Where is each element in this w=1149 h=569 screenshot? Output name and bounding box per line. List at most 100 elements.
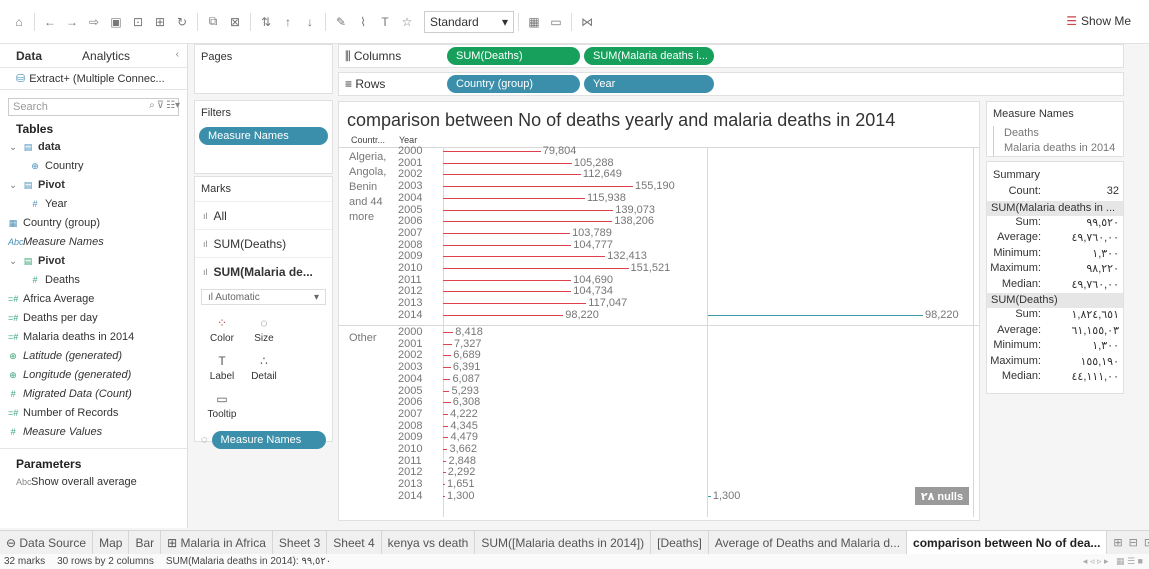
marks-row-sum-deaths[interactable]: ıl SUM(Deaths): [195, 229, 332, 257]
deaths-bar[interactable]: [443, 413, 449, 415]
deaths-bar[interactable]: [443, 268, 629, 269]
deaths-bar[interactable]: [443, 332, 454, 333]
highlight-icon[interactable]: ✎: [330, 11, 352, 33]
deaths-bar[interactable]: [443, 449, 448, 450]
sheet-tab[interactable]: SUM([Malaria deaths in 2014]): [475, 530, 652, 555]
deaths-bar[interactable]: [443, 162, 572, 164]
rows-shelf[interactable]: ≡ Rows Country (group) Year: [338, 72, 1124, 96]
deaths-bar[interactable]: [443, 495, 445, 497]
clear-sheet-icon[interactable]: ⊠: [224, 11, 246, 33]
sheet-tab[interactable]: Average of Deaths and Malaria d...: [709, 530, 908, 555]
field-item[interactable]: ⌄ ▤ Pivot: [0, 252, 187, 271]
marks-row-sum-malaria[interactable]: ıl SUM(Malaria de...: [195, 257, 332, 285]
chevron-down-icon[interactable]: ⌄: [8, 138, 18, 157]
deaths-bar[interactable]: [443, 291, 572, 293]
filters-card[interactable]: Filters Measure Names: [194, 100, 333, 174]
sheet-tab[interactable]: Bar: [129, 530, 162, 555]
field-item[interactable]: Abc Measure Names: [0, 233, 187, 252]
rows-pill-country-group[interactable]: Country (group): [447, 75, 580, 93]
deaths-bar[interactable]: [443, 484, 446, 486]
deaths-bar[interactable]: [443, 472, 446, 474]
deaths-bar[interactable]: [443, 256, 606, 258]
sheet-navigation-icons[interactable]: ◂ ◃ ▹ ▸ ▦ ☰ ■: [1083, 556, 1143, 567]
filter-icon[interactable]: ⊽: [157, 100, 164, 111]
deaths-bar[interactable]: [443, 378, 451, 380]
sheet-tab[interactable]: comparison between No of dea...: [907, 530, 1108, 555]
field-item[interactable]: =# Malaria deaths in 2014: [0, 328, 187, 347]
field-item[interactable]: ⊕ Country: [0, 157, 187, 176]
field-item[interactable]: ⌄ ▤ data: [0, 138, 187, 157]
deaths-bar[interactable]: [443, 314, 564, 316]
deaths-bar[interactable]: [443, 402, 451, 404]
save-icon[interactable]: ▣: [105, 11, 127, 33]
new-story-icon[interactable]: ⊡: [1144, 536, 1149, 549]
new-worksheet-icon[interactable]: ⊞: [149, 11, 171, 33]
label-icon[interactable]: T: [374, 11, 396, 33]
deaths-bar[interactable]: [443, 209, 614, 211]
deaths-bar[interactable]: [443, 437, 449, 439]
sheet-tab[interactable]: ⊖ Data Source: [0, 530, 94, 555]
view-options-icon[interactable]: ☷▾: [166, 100, 180, 111]
deaths-bar[interactable]: [443, 232, 571, 234]
mark-button-size[interactable]: ◌ Size: [243, 311, 285, 349]
rows-pill-year[interactable]: Year: [584, 75, 714, 93]
refresh-icon[interactable]: ↻: [171, 11, 193, 33]
group-icon[interactable]: ⌇: [352, 11, 374, 33]
deaths-bar[interactable]: [443, 151, 541, 152]
fit-select[interactable]: Standard ▾: [424, 10, 514, 33]
new-worksheet-icon[interactable]: ⊞: [1113, 536, 1122, 549]
duplicate-icon[interactable]: ⧉: [202, 11, 224, 33]
deaths-bar[interactable]: [443, 303, 587, 305]
datasource-selector[interactable]: ⛁ Extract+ (Multiple Connec...: [0, 68, 187, 90]
search-input[interactable]: Search ⌕ ⊽ ☷▾: [8, 98, 180, 116]
mark-button-color[interactable]: ⁘ Color: [201, 311, 243, 349]
sort-ascending-icon[interactable]: ↑: [277, 11, 299, 33]
search-icon[interactable]: ⌕: [149, 100, 155, 111]
field-item[interactable]: ⌄ ▤ Pivot: [0, 176, 187, 195]
field-item[interactable]: =# Africa Average: [0, 290, 187, 309]
field-item[interactable]: # Migrated Data (Count): [0, 385, 187, 404]
field-item[interactable]: # Measure Values: [0, 423, 187, 442]
parameter-item[interactable]: Abc Show overall average: [0, 473, 187, 492]
legend-item-malaria[interactable]: Malaria deaths in 2014: [993, 141, 1117, 156]
sheet-tab[interactable]: kenya vs death: [382, 530, 476, 555]
chevron-down-icon[interactable]: ⌄: [8, 252, 18, 271]
sheet-tab[interactable]: Map: [93, 530, 130, 555]
deaths-bar[interactable]: [443, 355, 452, 357]
mark-type-select[interactable]: ıl Automatic ▾: [201, 289, 326, 305]
deaths-bar[interactable]: [443, 460, 447, 462]
deaths-bar[interactable]: [443, 343, 452, 345]
sheet-tab[interactable]: Sheet 4: [327, 530, 382, 555]
deaths-bar[interactable]: [443, 221, 613, 223]
marks-pill-measure-names[interactable]: Measure Names: [211, 431, 326, 449]
deaths-bar[interactable]: [443, 279, 572, 281]
swap-icon[interactable]: ⇅: [255, 11, 277, 33]
field-item[interactable]: =# Deaths per day: [0, 309, 187, 328]
replay-icon[interactable]: ⇨: [83, 11, 105, 33]
field-item[interactable]: ▦ Country (group): [0, 214, 187, 233]
mark-button-detail[interactable]: ∴ Detail: [243, 349, 285, 387]
undo-icon[interactable]: ←: [39, 11, 61, 33]
filter-pill-measure-names[interactable]: Measure Names: [199, 127, 328, 145]
field-item[interactable]: ⊕ Longitude (generated): [0, 366, 187, 385]
presentation-icon[interactable]: ▭: [545, 11, 567, 33]
deaths-bar[interactable]: [443, 186, 633, 188]
pages-card[interactable]: Pages: [194, 44, 333, 94]
new-datasource-icon[interactable]: ⊡: [127, 11, 149, 33]
deaths-bar[interactable]: [443, 197, 585, 199]
legend-item-deaths[interactable]: Deaths: [993, 126, 1117, 141]
sort-descending-icon[interactable]: ↓: [299, 11, 321, 33]
share-icon[interactable]: ⋈: [576, 11, 598, 33]
marks-row-all[interactable]: ıl All: [195, 201, 332, 229]
new-dashboard-icon[interactable]: ⊟: [1129, 536, 1138, 549]
field-item[interactable]: # Year: [0, 195, 187, 214]
sheet-tab[interactable]: Sheet 3: [273, 530, 328, 555]
malaria-bar[interactable]: [708, 495, 711, 497]
field-item[interactable]: ⊕ Latitude (generated): [0, 347, 187, 366]
null-indicator-badge[interactable]: ٢٨ nulls: [915, 487, 969, 505]
chevron-down-icon[interactable]: ⌄: [8, 176, 18, 195]
mark-button-label[interactable]: T Label: [201, 349, 243, 387]
pin-icon[interactable]: ☆: [396, 11, 418, 33]
sheet-tab[interactable]: [Deaths]: [651, 530, 709, 555]
show-me-button[interactable]: ☰ Show Me: [1066, 14, 1131, 28]
